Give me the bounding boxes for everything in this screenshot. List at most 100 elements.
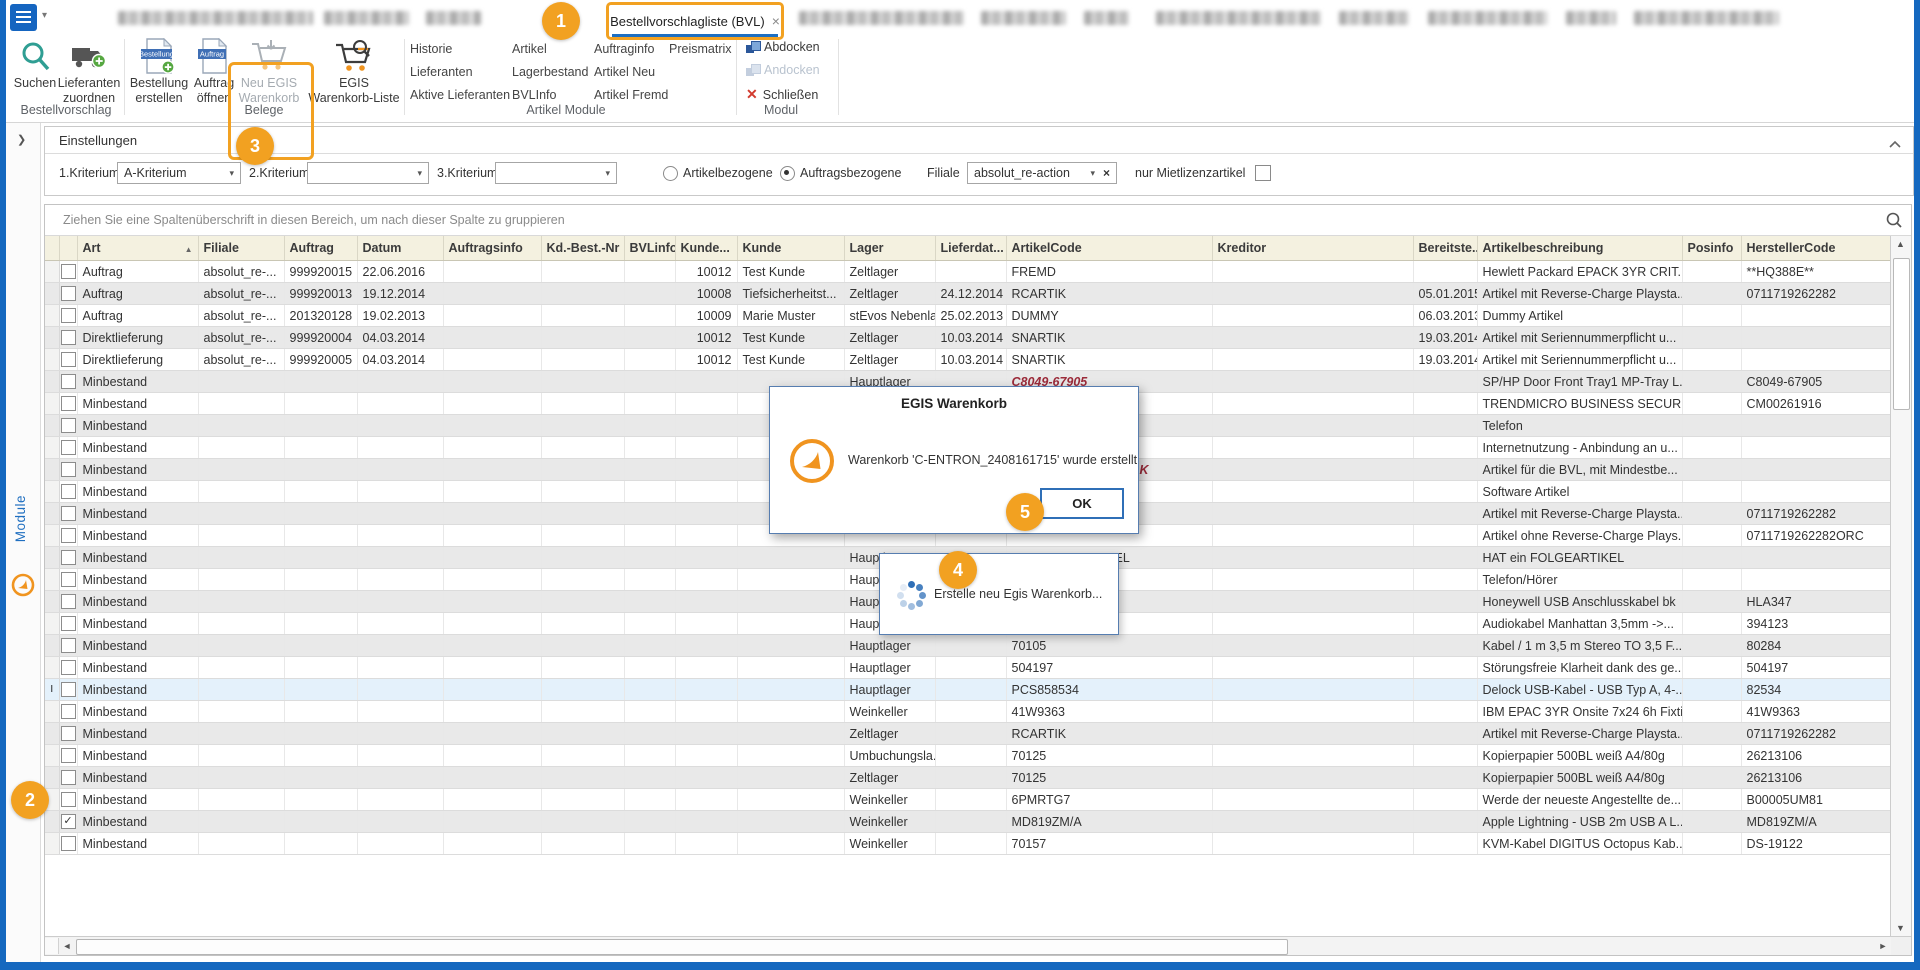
scroll-up-icon[interactable]: ▲ (1891, 236, 1910, 253)
row-checkbox[interactable] (61, 638, 76, 653)
row-checkbox[interactable]: ✓ (61, 814, 76, 829)
column-header-kunde-[interactable]: Kunde... (675, 236, 737, 261)
row-checkbox[interactable] (61, 836, 76, 851)
column-header-lager[interactable]: Lager (844, 236, 935, 261)
table-row[interactable]: IMinbestandHauptlagerPCS858534Delock USB… (45, 679, 1891, 701)
menu-item-historie[interactable]: Historie (410, 42, 452, 56)
row-checkbox[interactable] (61, 572, 76, 587)
auftragsbezogene-radio[interactable] (780, 166, 795, 181)
lieferanten-zuordnen-button[interactable]: Lieferanten zuordnen (56, 38, 122, 106)
hscroll-thumb[interactable] (76, 939, 1288, 955)
chevron-right-icon[interactable]: ❯ (17, 133, 26, 146)
table-header-row[interactable]: Art▲FilialeAuftragDatumAuftragsinfoKd.-B… (45, 236, 1891, 261)
column-header-artikelbeschreibung[interactable]: Artikelbeschreibung (1477, 236, 1682, 261)
vscroll-thumb[interactable] (1893, 258, 1910, 410)
column-header-posinfo[interactable]: Posinfo (1682, 236, 1741, 261)
column-header-bereitste-[interactable]: Bereitste... (1413, 236, 1477, 261)
row-checkbox[interactable] (61, 462, 76, 477)
table-row[interactable]: MinbestandWeinkeller70157KVM-Kabel DIGIT… (45, 833, 1891, 855)
andocken-button[interactable]: Andocken (746, 63, 820, 77)
column-header-datum[interactable]: Datum (357, 236, 443, 261)
kriterium1-select[interactable]: A-Kriterium ▾ (117, 162, 241, 184)
table-row[interactable]: Auftragabsolut_re-...99992001319.12.2014… (45, 283, 1891, 305)
column-header-lieferdat-[interactable]: Lieferdat... (935, 236, 1006, 261)
table-row[interactable]: MinbestandZeltlagerRCARTIKArtikel mit Re… (45, 723, 1891, 745)
vertical-scrollbar[interactable]: ▲ ▼ (1890, 236, 1911, 937)
table-row[interactable]: Auftragabsolut_re-...99992001522.06.2016… (45, 261, 1891, 283)
table-row[interactable]: Auftragabsolut_re-...20132012819.02.2013… (45, 305, 1891, 327)
column-header-kreditor[interactable]: Kreditor (1212, 236, 1413, 261)
kriterium2-select[interactable]: ▾ (307, 162, 429, 184)
chevron-down-icon[interactable]: ▾ (42, 10, 47, 21)
horizontal-scrollbar[interactable]: ◄ ► (45, 936, 1891, 955)
column-header-auftragsinfo[interactable]: Auftragsinfo (443, 236, 541, 261)
einstellungen-header[interactable]: Einstellungen (45, 127, 1913, 154)
row-checkbox[interactable] (61, 396, 76, 411)
table-row[interactable]: ✓MinbestandWeinkellerMD819ZM/AApple Ligh… (45, 811, 1891, 833)
menu-item-artikel-neu[interactable]: Artikel Neu (594, 65, 655, 79)
kriterium3-select[interactable]: ▾ (495, 162, 617, 184)
tab-close-icon[interactable]: × (772, 13, 780, 29)
row-checkbox[interactable] (61, 506, 76, 521)
column-header-artikelcode[interactable]: ArtikelCode (1006, 236, 1212, 261)
menu-item-lieferanten[interactable]: Lieferanten (410, 65, 473, 79)
table-row[interactable]: MinbestandHauptlager70105Kabel / 1 m 3,5… (45, 635, 1891, 657)
scroll-right-icon[interactable]: ► (1875, 938, 1891, 954)
table-row[interactable]: MinbestandHauptlager504197Störungsfreie … (45, 657, 1891, 679)
schliessen-button[interactable]: ✕ Schließen (746, 86, 818, 103)
row-checkbox[interactable] (61, 352, 76, 367)
menu-item-artikel[interactable]: Artikel (512, 42, 547, 56)
group-by-bar[interactable]: Ziehen Sie eine Spaltenüberschrift in di… (45, 205, 1911, 236)
table-row[interactable]: MinbestandWeinkeller6PMRTG7Werde der neu… (45, 789, 1891, 811)
row-checkbox[interactable] (61, 748, 76, 763)
artikelbezogene-radio[interactable] (663, 166, 678, 181)
sidebar-title-module[interactable]: Module (13, 495, 28, 542)
row-checkbox[interactable] (61, 682, 76, 697)
ok-button[interactable]: OK (1040, 488, 1124, 519)
row-checkbox[interactable] (61, 770, 76, 785)
row-checkbox[interactable] (61, 550, 76, 565)
column-header-art[interactable]: Art▲ (77, 236, 198, 261)
table-row[interactable]: MinbestandUmbuchungsla...70125Kopierpapi… (45, 745, 1891, 767)
bestellung-erstellen-button[interactable]: Bestellung Bestellung erstellen (128, 38, 190, 106)
grid-search-icon[interactable] (1885, 211, 1903, 234)
menu-item-bvlinfo[interactable]: BVLInfo (512, 88, 556, 102)
app-menu-button[interactable] (10, 4, 37, 31)
row-checkbox[interactable] (61, 418, 76, 433)
egis-logo-icon[interactable] (11, 573, 35, 602)
table-row[interactable]: Direktlieferungabsolut_re-...99992000504… (45, 349, 1891, 371)
column-header-kd-best-nr[interactable]: Kd.-Best.-Nr (541, 236, 624, 261)
row-checkbox[interactable] (61, 528, 76, 543)
clear-filter-icon[interactable]: × (1103, 166, 1110, 180)
row-checkbox[interactable] (61, 308, 76, 323)
suchen-button[interactable]: Suchen (12, 38, 58, 91)
row-checkbox[interactable] (61, 704, 76, 719)
row-checkbox[interactable] (61, 616, 76, 631)
column-header-auftrag[interactable]: Auftrag (284, 236, 357, 261)
column-header-bvlinfo[interactable]: BVLinfo (624, 236, 675, 261)
row-checkbox[interactable] (61, 484, 76, 499)
row-checkbox[interactable] (61, 330, 76, 345)
row-checkbox[interactable] (61, 792, 76, 807)
table-row[interactable]: MinbestandZeltlager70125Kopierpapier 500… (45, 767, 1891, 789)
menu-item-lagerbestand[interactable]: Lagerbestand (512, 65, 588, 79)
scroll-left-icon[interactable]: ◄ (59, 938, 75, 954)
column-header-filiale[interactable]: Filiale (198, 236, 284, 261)
row-checkbox[interactable] (61, 374, 76, 389)
menu-item-preismatrix[interactable]: Preismatrix (669, 42, 732, 56)
column-header-herstellercode[interactable]: HerstellerCode (1741, 236, 1891, 261)
table-row[interactable]: Direktlieferungabsolut_re-...99992000404… (45, 327, 1891, 349)
menu-item-auftraginfo[interactable]: Auftraginfo (594, 42, 654, 56)
row-checkbox[interactable] (61, 726, 76, 741)
scroll-down-icon[interactable]: ▼ (1891, 920, 1910, 937)
tab-bestellvorschlagliste[interactable]: Bestellvorschlagliste (BVL) × (606, 2, 784, 40)
row-checkbox[interactable] (61, 264, 76, 279)
row-checkbox[interactable] (61, 660, 76, 675)
mietlizenz-checkbox[interactable] (1255, 165, 1271, 181)
row-checkbox[interactable] (61, 440, 76, 455)
filiale-select[interactable]: absolut_re-action ▾ × (967, 162, 1117, 184)
menu-item-aktive-lieferanten[interactable]: Aktive Lieferanten (410, 88, 510, 102)
menu-item-artikel-fremd[interactable]: Artikel Fremd (594, 88, 668, 102)
column-header-kunde[interactable]: Kunde (737, 236, 844, 261)
row-checkbox[interactable] (61, 594, 76, 609)
